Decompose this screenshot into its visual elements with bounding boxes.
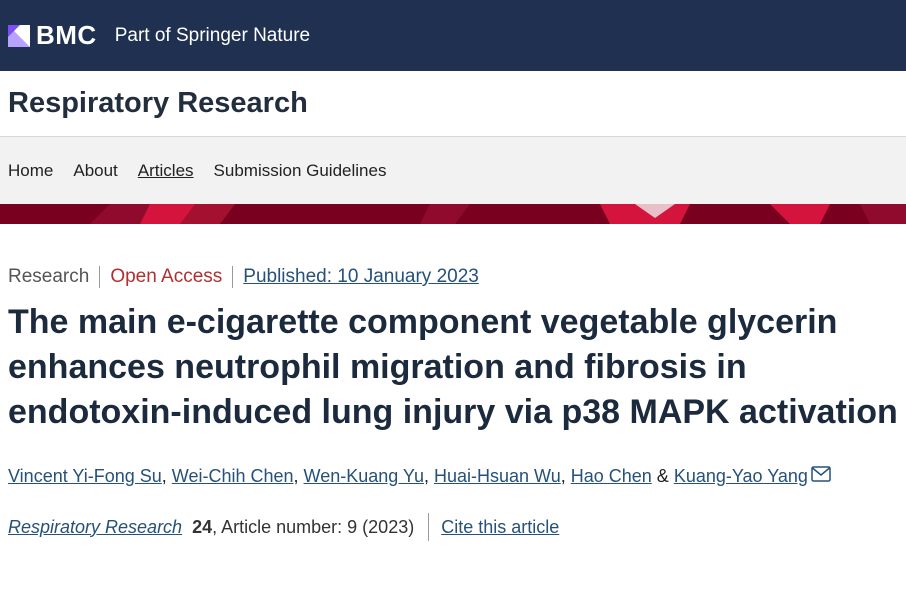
article-title: The main e-cigarette component vegetable… bbox=[8, 303, 898, 431]
nav-home[interactable]: Home bbox=[8, 161, 53, 181]
author-link[interactable]: Wei-Chih Chen bbox=[172, 466, 294, 486]
author-separator: , bbox=[423, 466, 434, 486]
site-header: BMC Part of Springer Nature bbox=[0, 0, 906, 71]
nav-submission-guidelines[interactable]: Submission Guidelines bbox=[214, 161, 387, 181]
author-link[interactable]: Vincent Yi-Fong Su bbox=[8, 466, 162, 486]
open-access-label: Open Access bbox=[100, 266, 234, 288]
logo-text: BMC bbox=[36, 20, 97, 50]
bmc-logo-icon bbox=[8, 24, 30, 47]
banner-pattern bbox=[0, 204, 906, 224]
author-separator: , bbox=[161, 466, 172, 486]
citation-divider bbox=[428, 513, 430, 541]
main-nav: Home About Articles Submission Guideline… bbox=[0, 137, 906, 204]
citation-volume: 24 bbox=[192, 516, 213, 537]
author-separator: , bbox=[560, 466, 571, 486]
author-link[interactable]: Hao Chen bbox=[571, 466, 652, 486]
citation-journal-link[interactable]: Respiratory Research bbox=[8, 517, 182, 538]
article-meta: Research Open Access Published: 10 Janua… bbox=[8, 266, 898, 288]
author-link[interactable]: Huai-Hsuan Wu bbox=[434, 466, 561, 486]
bmc-logo-link[interactable]: BMC bbox=[8, 20, 115, 51]
article-content: Research Open Access Published: 10 Janua… bbox=[0, 266, 906, 541]
corresponding-author-link[interactable]: Kuang-Yao Yang bbox=[674, 466, 808, 486]
author-list: Vincent Yi-Fong Su, Wei-Chih Chen, Wen-K… bbox=[8, 463, 898, 489]
author-link[interactable]: Wen-Kuang Yu bbox=[304, 466, 424, 486]
article-type: Research bbox=[8, 266, 101, 288]
nav-articles[interactable]: Articles bbox=[138, 161, 194, 181]
author-separator: , bbox=[293, 466, 304, 486]
journal-header: Respiratory Research bbox=[0, 71, 906, 137]
mail-icon[interactable] bbox=[811, 463, 831, 489]
decorative-banner bbox=[0, 204, 906, 224]
journal-title-link[interactable]: Respiratory Research bbox=[8, 87, 308, 120]
cite-this-article-link[interactable]: Cite this article bbox=[441, 517, 559, 538]
springer-nature-link[interactable]: Part of Springer Nature bbox=[115, 25, 310, 47]
citation-line: Respiratory Research 24 , Article number… bbox=[8, 513, 898, 541]
author-and: & bbox=[651, 466, 674, 486]
citation-details: , Article number: 9 (2023) bbox=[212, 516, 415, 537]
published-date-link[interactable]: Published: 10 January 2023 bbox=[233, 266, 479, 288]
nav-about[interactable]: About bbox=[73, 161, 117, 181]
